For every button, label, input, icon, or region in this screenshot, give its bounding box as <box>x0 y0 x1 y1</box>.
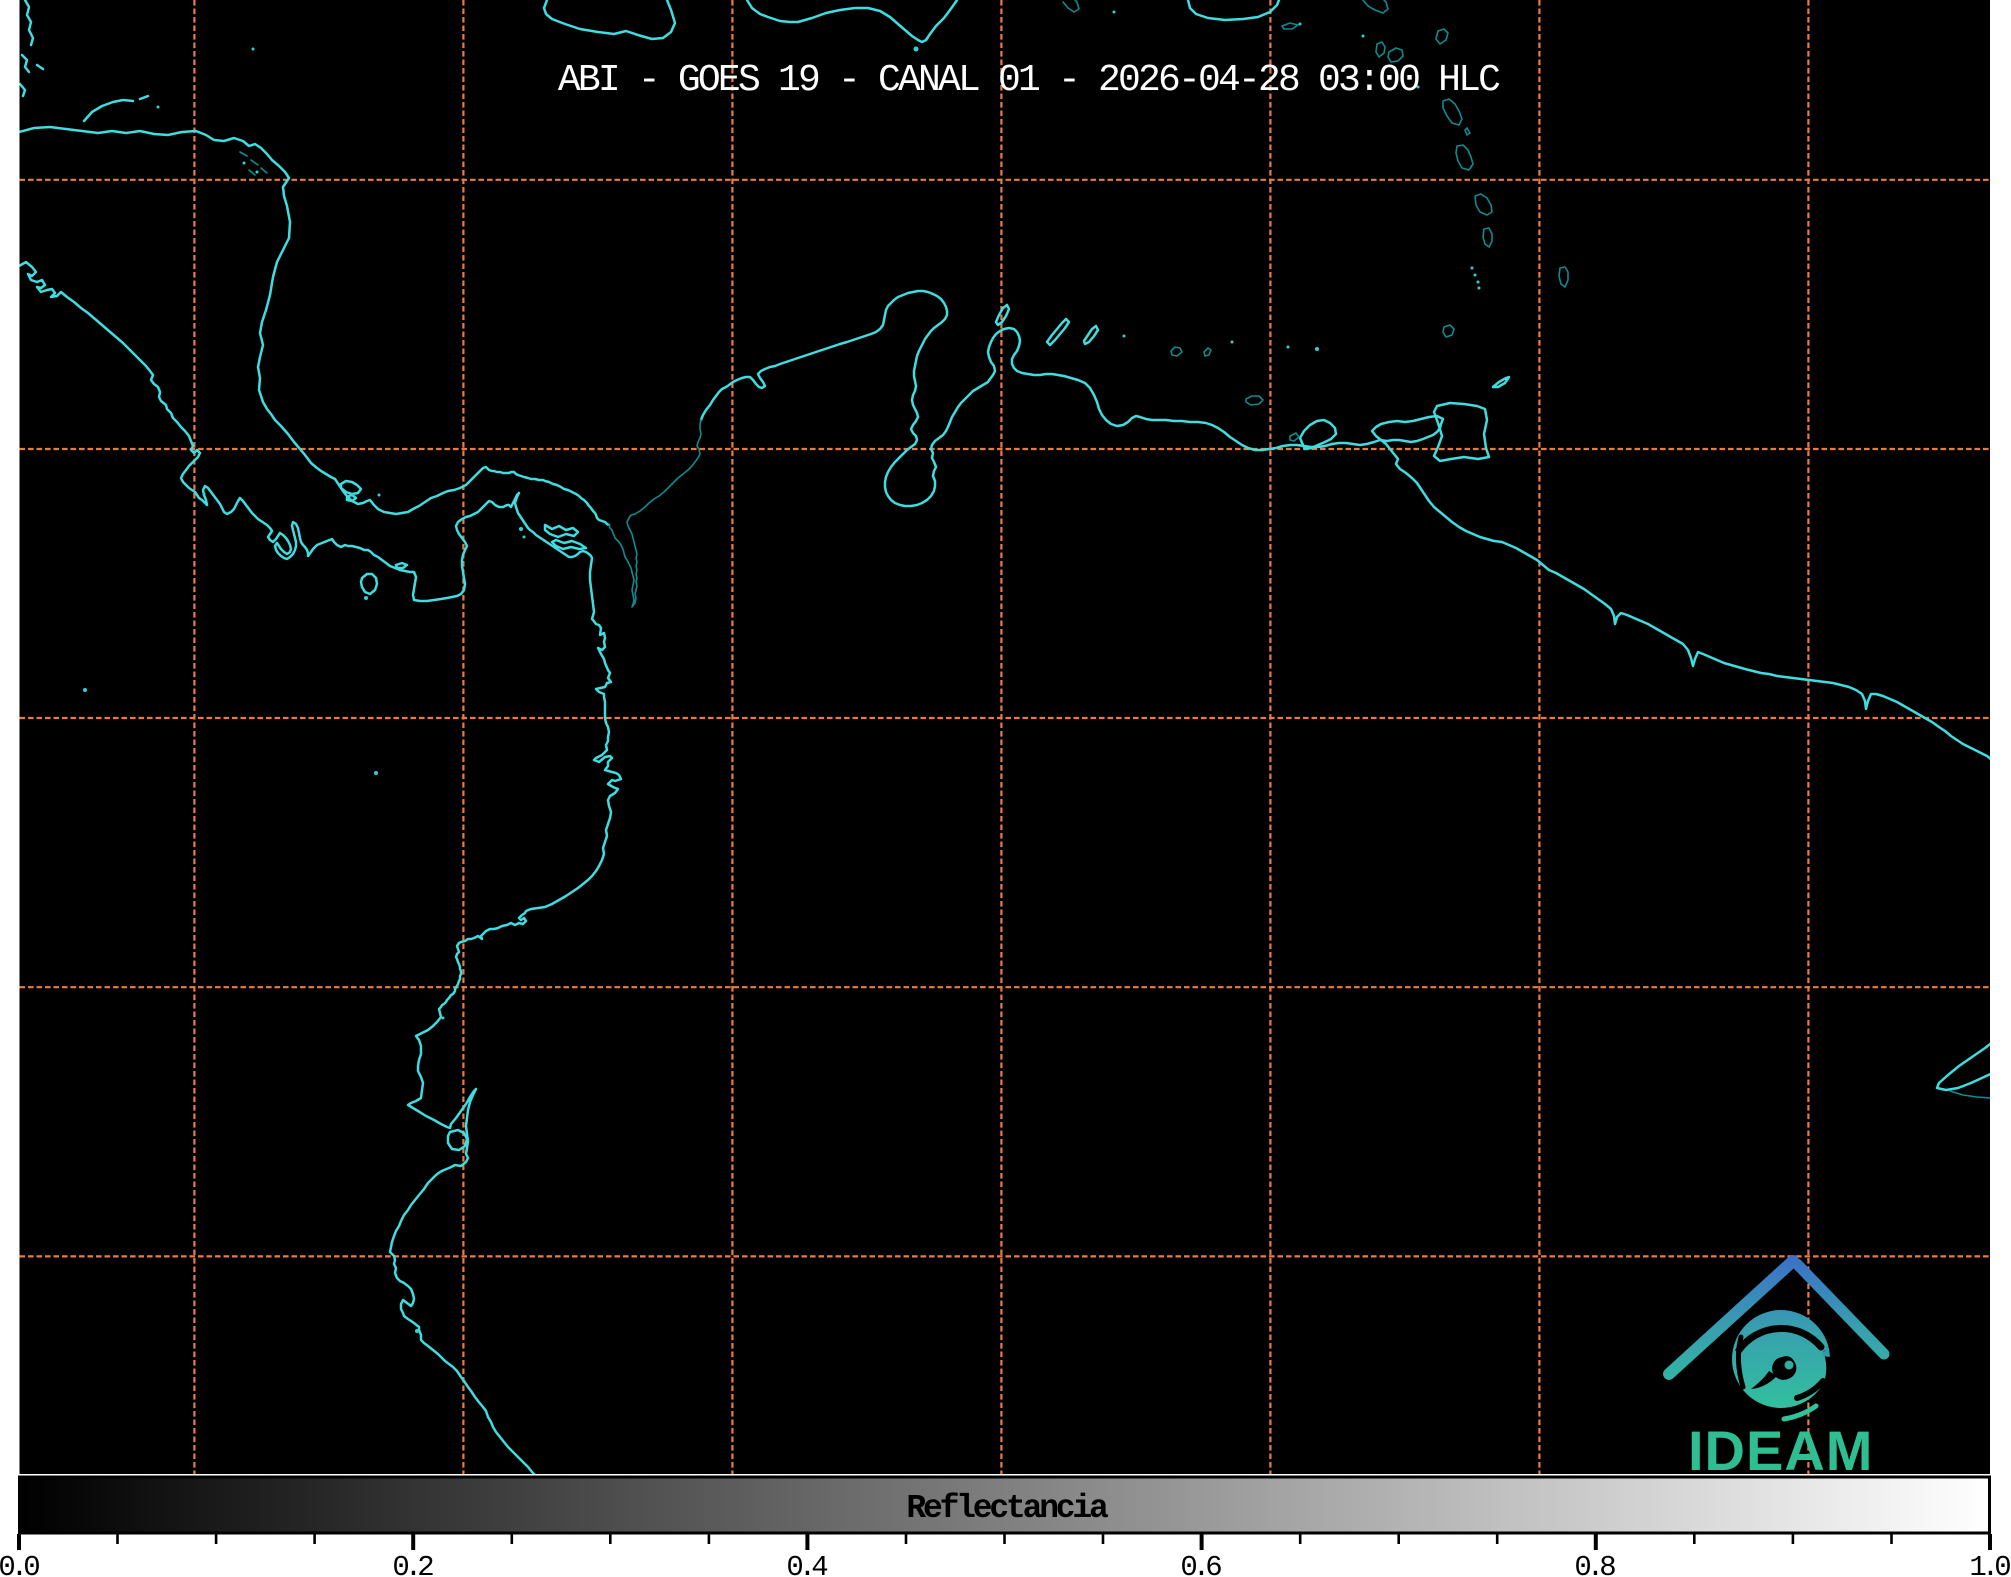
svg-text:ABI - GOES 19 - CANAL 01 - 202: ABI - GOES 19 - CANAL 01 - 2026-04-28 03… <box>558 59 1500 102</box>
svg-text:0.2: 0.2 <box>392 1551 433 1577</box>
svg-text:IDEAM: IDEAM <box>1688 1419 1873 1482</box>
svg-text:1.0: 1.0 <box>1969 1551 2010 1577</box>
svg-text:Reflectancia: Reflectancia <box>906 1490 1108 1527</box>
svg-text:0.4: 0.4 <box>786 1551 827 1577</box>
svg-text:0.6: 0.6 <box>1180 1551 1221 1577</box>
svg-text:0.8: 0.8 <box>1574 1551 1615 1577</box>
svg-text:0.0: 0.0 <box>0 1551 39 1577</box>
